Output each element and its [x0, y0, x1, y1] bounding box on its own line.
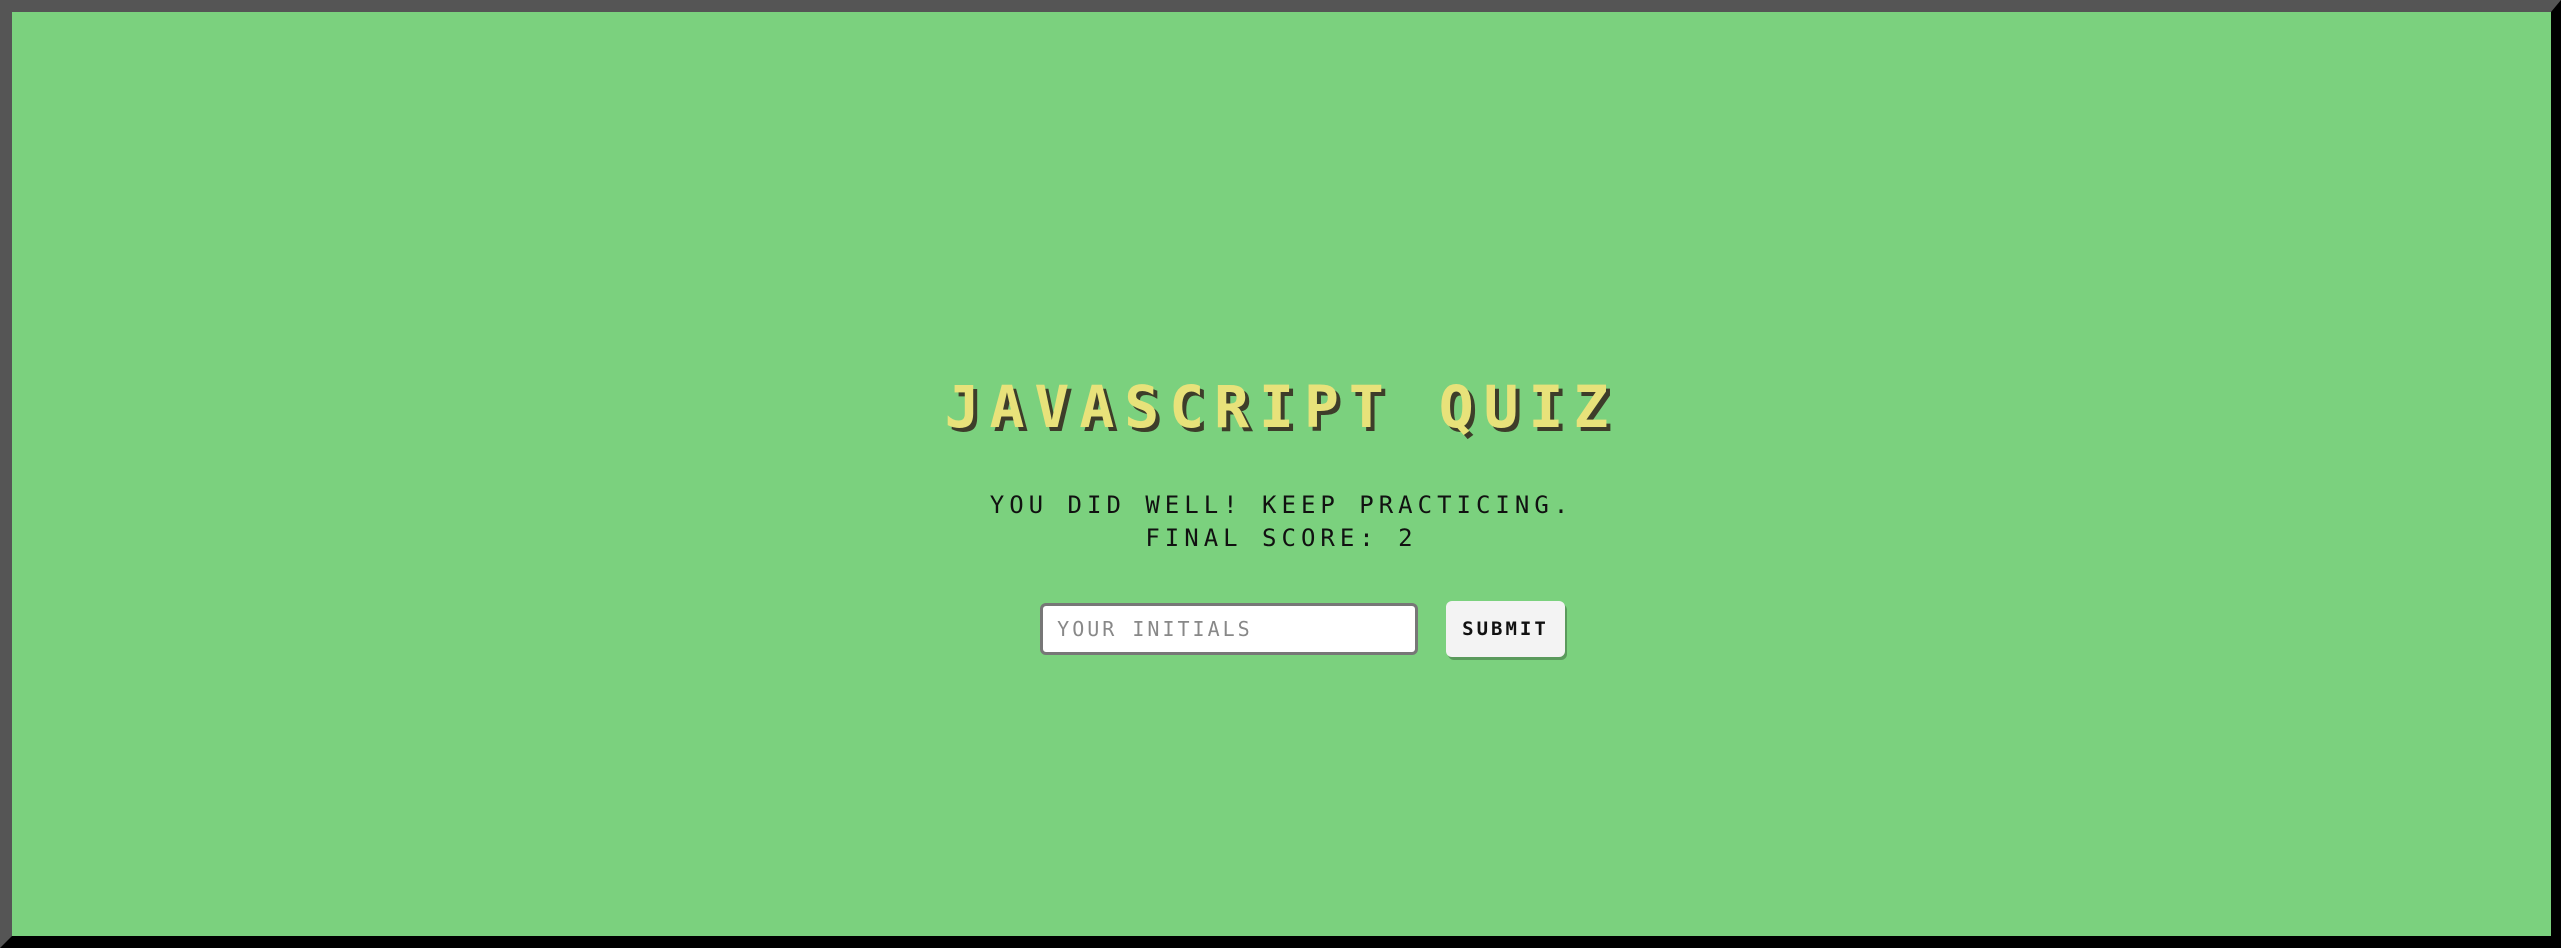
initials-form: SUBMIT [12, 601, 2551, 657]
quiz-screen: JAVASCRIPT QUIZ YOU DID WELL! KEEP PRACT… [0, 0, 2561, 948]
final-score: FINAL SCORE: 2 [1145, 524, 1418, 552]
result-message-block: YOU DID WELL! KEEP PRACTICING. FINAL SCO… [12, 489, 2551, 555]
submit-button[interactable]: SUBMIT [1446, 601, 1565, 657]
initials-input[interactable] [1040, 603, 1419, 655]
page-title: JAVASCRIPT QUIZ [944, 373, 1619, 441]
end-screen-panel: JAVASCRIPT QUIZ YOU DID WELL! KEEP PRACT… [12, 367, 2551, 657]
result-message: YOU DID WELL! KEEP PRACTICING. [989, 491, 1574, 519]
